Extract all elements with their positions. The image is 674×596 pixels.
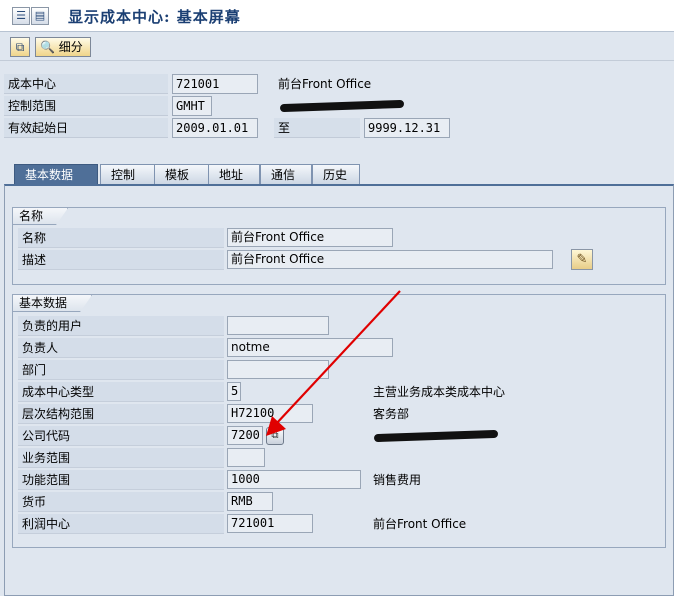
description-label: 描述 — [18, 250, 224, 270]
cost-center-description: 前台Front Office — [278, 77, 372, 91]
functional-area-field[interactable]: 1000 — [227, 470, 361, 489]
hierarchy-area-description: 客务部 — [373, 407, 410, 421]
other-object-button[interactable]: ⧉ — [10, 37, 30, 57]
person-responsible-field[interactable]: notme — [227, 338, 393, 357]
title-bar: ☰ ▤ 显示成本中心: 基本屏幕 — [0, 0, 674, 32]
redaction-mark — [279, 99, 405, 113]
functional-area-label: 功能范围 — [18, 470, 224, 490]
responsible-user-field[interactable] — [227, 316, 329, 335]
responsible-user-label: 负责的用户 — [18, 316, 224, 336]
controlling-area-field[interactable]: GMHT — [172, 96, 212, 116]
detail-button[interactable]: 🔍 细分 — [35, 37, 91, 57]
tab-control[interactable]: 控制 — [100, 164, 160, 184]
value-help-icon: ⧉ — [271, 430, 279, 441]
company-code-label: 公司代码 — [18, 426, 224, 446]
magnifier-icon: 🔍 — [40, 40, 55, 54]
valid-from-field[interactable]: 2009.01.01 — [172, 118, 258, 138]
profit-center-label: 利润中心 — [18, 514, 224, 534]
name-field[interactable]: 前台Front Office — [227, 228, 393, 247]
menu-icon[interactable]: ☰ — [12, 7, 30, 25]
names-group-title: 名称 — [13, 208, 68, 225]
cost-center-category-description: 主营业务成本类成本中心 — [373, 385, 506, 399]
document-icon[interactable]: ▤ — [31, 7, 49, 25]
valid-from-label: 有效起始日 — [4, 118, 168, 138]
cost-center-category-label: 成本中心类型 — [18, 382, 224, 402]
profit-center-description: 前台Front Office — [373, 517, 467, 531]
profit-center-field[interactable]: 721001 — [227, 514, 313, 533]
to-label: 至 — [274, 118, 360, 138]
functional-area-description: 销售费用 — [373, 473, 422, 487]
tab-basic-data[interactable]: 基本数据 — [14, 164, 98, 184]
tab-communication[interactable]: 通信 — [260, 164, 312, 184]
currency-field[interactable]: RMB — [227, 492, 273, 511]
department-label: 部门 — [18, 360, 224, 380]
application-toolbar: ⧉ 🔍 细分 — [0, 33, 674, 61]
name-label: 名称 — [18, 228, 224, 248]
long-text-button[interactable]: ✎ — [571, 249, 593, 270]
overview-icon: ⧉ — [15, 40, 25, 54]
hierarchy-area-field[interactable]: H72100 — [227, 404, 313, 423]
currency-label: 货币 — [18, 492, 224, 512]
department-field[interactable] — [227, 360, 329, 379]
person-responsible-label: 负责人 — [18, 338, 224, 358]
cost-center-category-field[interactable]: 5 — [227, 382, 241, 401]
tab-history[interactable]: 历史 — [312, 164, 360, 184]
cost-center-field[interactable]: 721001 — [172, 74, 258, 94]
basic-data-group-title: 基本数据 — [13, 295, 92, 312]
company-code-search-help-button[interactable]: ⧉ — [266, 427, 284, 445]
window-title: 显示成本中心: 基本屏幕 — [68, 8, 241, 26]
business-area-label: 业务范围 — [18, 448, 224, 468]
controlling-area-label: 控制范围 — [4, 96, 168, 116]
tab-address[interactable]: 地址 — [208, 164, 260, 184]
company-code-field[interactable]: 7200 — [227, 426, 263, 445]
edit-note-icon: ✎ — [576, 252, 588, 267]
valid-to-field[interactable]: 9999.12.31 — [364, 118, 450, 138]
tab-templates[interactable]: 模板 — [154, 164, 210, 184]
business-area-field[interactable] — [227, 448, 265, 467]
hierarchy-area-label: 层次结构范围 — [18, 404, 224, 424]
detail-button-label: 细分 — [58, 40, 83, 54]
cost-center-label: 成本中心 — [4, 74, 168, 94]
description-field[interactable]: 前台Front Office — [227, 250, 553, 269]
